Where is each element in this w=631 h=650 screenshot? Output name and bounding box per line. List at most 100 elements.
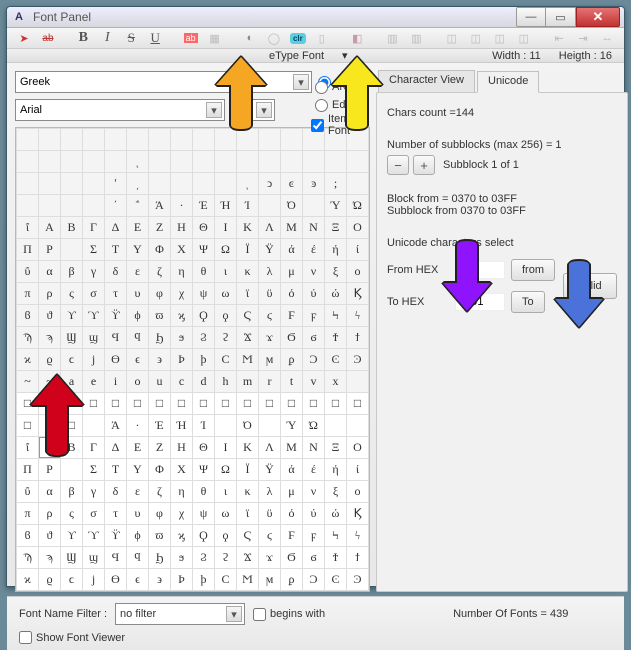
strike-icon[interactable]: S (122, 28, 140, 48)
char-cell[interactable]: ϸ (193, 569, 214, 590)
char-cell[interactable]: κ (237, 481, 258, 502)
char-cell[interactable]: Φ (149, 239, 170, 260)
char-cell[interactable]: Ω (215, 459, 236, 480)
char-cell[interactable]: ΰ (17, 261, 38, 282)
char-cell[interactable]: ʹ (105, 173, 126, 194)
to-button[interactable]: To (511, 291, 545, 313)
char-cell[interactable]: ϓ (83, 305, 104, 326)
char-cell[interactable]: ρ (39, 503, 60, 524)
char-cell[interactable] (83, 173, 104, 194)
char-cell[interactable]: μ (281, 261, 302, 282)
char-cell[interactable]: θ (193, 261, 214, 282)
char-cell[interactable]: Ό (237, 415, 258, 436)
grid-icon[interactable]: ▦ (206, 28, 224, 48)
char-cell[interactable] (193, 173, 214, 194)
char-cell[interactable]: έ (303, 459, 324, 480)
char-cell[interactable]: λ (259, 481, 280, 502)
char-cell[interactable]: η (171, 261, 192, 282)
char-cell[interactable]: · (171, 195, 192, 216)
char-cell[interactable]: ά (281, 459, 302, 480)
char-cell[interactable]: □ (347, 393, 368, 414)
box3-icon[interactable]: ◫ (491, 28, 509, 48)
char-cell[interactable]: ϣ (83, 327, 104, 348)
char-cell[interactable] (39, 129, 60, 150)
char-cell[interactable]: χ (171, 283, 192, 304)
arrow-tool-icon[interactable]: ➤ (15, 28, 33, 48)
char-cell[interactable]: ϛ (259, 525, 280, 546)
char-cell[interactable] (303, 151, 324, 172)
char-cell[interactable]: Ν (303, 217, 324, 238)
char-cell[interactable]: Κ (237, 437, 258, 458)
char-cell[interactable]: ξ (325, 261, 346, 282)
char-cell[interactable]: ε (127, 261, 148, 282)
char-cell[interactable]: Ί (237, 195, 258, 216)
char-cell[interactable]: ϊ (237, 503, 258, 524)
char-cell[interactable] (149, 129, 170, 150)
char-cell[interactable]: □ (17, 393, 38, 414)
char-cell[interactable] (105, 151, 126, 172)
char-cell[interactable]: Ύ (325, 195, 346, 216)
char-cell[interactable]: ξ (325, 481, 346, 502)
char-cell[interactable] (193, 129, 214, 150)
char-cell[interactable]: Μ (281, 217, 302, 238)
char-cell[interactable]: Ό (281, 195, 302, 216)
char-cell[interactable]: Υ (127, 459, 148, 480)
char-cell[interactable]: Ϟ (325, 305, 346, 326)
char-cell[interactable]: ϝ (303, 525, 324, 546)
to-hex-input[interactable] (455, 293, 505, 311)
maximize-button[interactable]: ▭ (546, 7, 576, 27)
char-cell[interactable]: υ (127, 283, 148, 304)
char-cell[interactable]: ϳ (83, 569, 104, 590)
char-cell[interactable] (61, 195, 82, 216)
char-cell[interactable]: Θ (193, 217, 214, 238)
char-cell[interactable]: ϖ (149, 525, 170, 546)
char-cell[interactable]: ώ (325, 283, 346, 304)
char-cell[interactable]: Ͼ (325, 569, 346, 590)
char-cell[interactable]: α (39, 481, 60, 502)
char-cell[interactable]: ΐ (17, 217, 38, 238)
char-cell[interactable]: ϗ (171, 525, 192, 546)
char-cell[interactable]: ͼ (281, 173, 302, 194)
char-cell[interactable]: Π (17, 239, 38, 260)
char-cell[interactable]: Ϩ (193, 327, 214, 348)
char-cell[interactable] (281, 129, 302, 150)
char-cell[interactable] (347, 415, 368, 436)
char-cell[interactable]: ϊ (237, 283, 258, 304)
char-cell[interactable]: i (105, 371, 126, 392)
char-cell[interactable]: ϴ (105, 349, 126, 370)
char-cell[interactable] (105, 129, 126, 150)
char-cell[interactable]: ή (325, 459, 346, 480)
char-cell[interactable]: α (39, 261, 60, 282)
char-cell[interactable]: Γ (83, 437, 104, 458)
char-cell[interactable]: Ε (127, 217, 148, 238)
char-cell[interactable]: □ (237, 393, 258, 414)
char-cell[interactable]: Ϊ (237, 459, 258, 480)
char-cell[interactable]: μ (281, 481, 302, 502)
radio-ansi[interactable]: ANSI (315, 79, 358, 95)
char-cell[interactable]: Έ (149, 415, 170, 436)
char-cell[interactable] (83, 129, 104, 150)
char-cell[interactable]: h (215, 371, 236, 392)
char-cell[interactable] (17, 151, 38, 172)
char-cell[interactable]: Ϙ (193, 525, 214, 546)
char-cell[interactable]: Α (39, 217, 60, 238)
char-cell[interactable]: Ͻ (303, 349, 324, 370)
char-cell[interactable]: ϙ (215, 305, 236, 326)
char-cell[interactable]: Ϥ (105, 327, 126, 348)
char-cell[interactable]: ΄ (105, 195, 126, 216)
subblock-minus-button[interactable]: − (387, 155, 409, 175)
char-cell[interactable]: ͺ (237, 173, 258, 194)
char-cell[interactable] (215, 415, 236, 436)
char-cell[interactable]: ϥ (127, 327, 148, 348)
char-cell[interactable]: ϛ (259, 305, 280, 326)
char-cell[interactable]: Ϯ (325, 327, 346, 348)
char-cell[interactable]: ϸ (193, 349, 214, 370)
char-cell[interactable] (17, 129, 38, 150)
char-cell[interactable]: λ (259, 261, 280, 282)
char-cell[interactable]: Ρ (39, 239, 60, 260)
char-cell[interactable] (171, 173, 192, 194)
char-cell[interactable]: Δ (105, 217, 126, 238)
filter-select[interactable]: no filter ▾ (115, 603, 245, 625)
char-cell[interactable] (83, 415, 104, 436)
char-cell[interactable]: r (259, 371, 280, 392)
